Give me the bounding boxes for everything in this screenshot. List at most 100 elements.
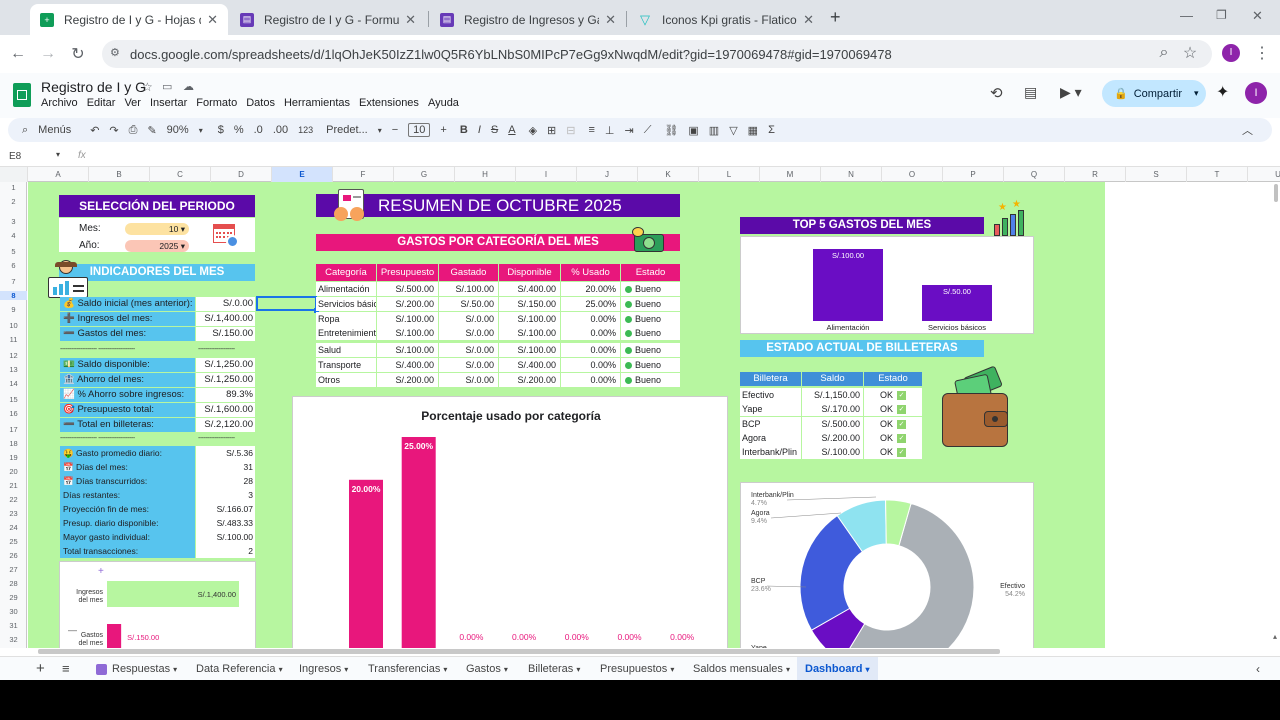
column-header-l[interactable]: L (699, 167, 760, 182)
text-color-icon[interactable]: A (508, 124, 515, 136)
column-header-b[interactable]: B (89, 167, 150, 182)
row-header-23[interactable]: 23 (0, 509, 27, 518)
browser-tab-forms-2[interactable]: ▤ Registro de Ingresos y Gastos ✕ (430, 4, 626, 35)
column-header-q[interactable]: Q (1004, 167, 1065, 182)
text-wrap-icon[interactable]: ⇥ (624, 124, 633, 137)
row-header-4[interactable]: 4 (0, 231, 27, 240)
search-menus-icon[interactable]: ⌕ (22, 124, 28, 137)
row-header-9[interactable]: 9 (0, 305, 27, 314)
menu-insertar[interactable]: Insertar (150, 97, 187, 109)
anio-dropdown[interactable]: 2025 ▾ (125, 240, 189, 252)
row-header-18[interactable]: 18 (0, 439, 27, 448)
functions-icon[interactable]: Σ (768, 124, 775, 136)
mes-dropdown[interactable]: 10 ▾ (125, 223, 189, 235)
new-tab-icon[interactable]: + (830, 7, 841, 28)
row-header-22[interactable]: 22 (0, 495, 27, 504)
column-header-o[interactable]: O (882, 167, 943, 182)
menu-datos[interactable]: Datos (246, 97, 275, 109)
italic-icon[interactable]: I (478, 124, 481, 136)
column-header-s[interactable]: S (1126, 167, 1187, 182)
vertical-scrollbar[interactable] (1274, 184, 1278, 202)
row-header-27[interactable]: 27 (0, 565, 27, 574)
menu-formato[interactable]: Formato (196, 97, 237, 109)
paint-format-icon[interactable]: ✎ (147, 124, 156, 137)
filter-icon[interactable]: ▽ (729, 124, 737, 137)
browser-tab-sheets[interactable]: + Registro de I y G - Hojas de cálc ✕ (30, 4, 228, 35)
row-header-13[interactable]: 13 (0, 365, 27, 374)
column-header-r[interactable]: R (1065, 167, 1126, 182)
sheet-tab-presupuestos[interactable]: Presupuestos ▾ (600, 657, 674, 681)
row-header-12[interactable]: 12 (0, 351, 27, 360)
pct-bar[interactable] (401, 437, 436, 648)
row-header-30[interactable]: 30 (0, 607, 27, 616)
row-header-21[interactable]: 21 (0, 481, 27, 490)
row-header-11[interactable]: 11 (0, 335, 27, 344)
bold-icon[interactable]: B (460, 124, 468, 136)
chevron-down-icon[interactable]: ▾ (1194, 88, 1199, 99)
close-window-icon[interactable]: ✕ (1252, 8, 1263, 24)
row-header-28[interactable]: 28 (0, 579, 27, 588)
row-header-31[interactable]: 31 (0, 621, 27, 630)
menu-editar[interactable]: Editar (87, 97, 116, 109)
column-header-j[interactable]: J (577, 167, 638, 182)
column-header-d[interactable]: D (211, 167, 272, 182)
insert-link-icon[interactable]: ⛓ (664, 124, 678, 137)
sheet-tab-dashboard[interactable]: Dashboard ▾ (797, 657, 878, 681)
fill-color-icon[interactable]: ◈ (529, 124, 537, 137)
row-header-8[interactable]: 8 (0, 291, 27, 300)
chevron-down-icon[interactable]: ▾ (56, 150, 60, 159)
meet-icon[interactable]: ▶ ▾ (1060, 84, 1082, 101)
row-header-26[interactable]: 26 (0, 551, 27, 560)
row-header-24[interactable]: 24 (0, 523, 27, 532)
minimize-icon[interactable]: — (1180, 8, 1193, 23)
number-format-button[interactable]: 123 (298, 125, 313, 135)
scroll-up-icon[interactable]: ▴ (1273, 632, 1277, 641)
filter-views-icon[interactable]: ▦ (748, 124, 758, 137)
top5-chart[interactable]: S/.100.00 Alimentación S/.50.00 Servicios b… (740, 236, 1034, 334)
site-info-icon[interactable]: ⚙ (110, 46, 120, 59)
sheet-tab-gastos[interactable]: Gastos ▾ (466, 657, 508, 681)
billeteras-donut-chart[interactable]: Interbank/Plin 4.7% Agora 9.4% BCP 23.6% Efect… (740, 482, 1034, 648)
row-header-7[interactable]: 7 (0, 277, 27, 286)
decrease-font-size-icon[interactable]: − (392, 124, 398, 136)
porcentaje-chart[interactable]: Porcentaje usado por categoría 20.00% 25.… (292, 396, 728, 648)
comments-icon[interactable]: ▤ (1024, 84, 1037, 101)
column-header-m[interactable]: M (760, 167, 821, 182)
borders-icon[interactable]: ⊞ (547, 124, 556, 137)
row-header-10[interactable]: 10 (0, 321, 27, 330)
row-header-29[interactable]: 29 (0, 593, 27, 602)
decrease-decimal-button[interactable]: .0 (254, 124, 263, 136)
column-header-p[interactable]: P (943, 167, 1004, 182)
increase-font-size-icon[interactable]: + (440, 124, 446, 136)
undo-icon[interactable]: ↶ (90, 124, 99, 137)
sheet-tab-ingresos[interactable]: Ingresos ▾ (299, 657, 348, 681)
column-header-e[interactable]: E (272, 167, 333, 182)
pct-bar[interactable] (349, 479, 383, 648)
row-header-17[interactable]: 17 (0, 425, 27, 434)
ig-bar[interactable] (107, 624, 122, 648)
close-tab-icon[interactable]: ✕ (605, 12, 616, 28)
vertical-align-icon[interactable]: ⊥ (605, 124, 615, 137)
row-header-19[interactable]: 19 (0, 453, 27, 462)
zoom-icon[interactable]: ⌕ (1152, 41, 1176, 65)
all-sheets-icon[interactable]: ≡ (62, 657, 70, 681)
close-tab-icon[interactable]: ✕ (405, 12, 416, 28)
browser-menu-icon[interactable]: ⋮ (1250, 41, 1274, 65)
horizontal-scrollbar[interactable] (38, 649, 1000, 654)
redo-icon[interactable]: ↷ (109, 124, 118, 137)
column-header-n[interactable]: N (821, 167, 882, 182)
insert-comment-icon[interactable]: ▣ (688, 124, 698, 137)
row-header-25[interactable]: 25 (0, 537, 27, 546)
column-header-k[interactable]: K (638, 167, 699, 182)
row-header-5[interactable]: 5 (0, 247, 27, 256)
bookmark-star-icon[interactable]: ☆ (1178, 41, 1202, 65)
row-header-14[interactable]: 14 (0, 379, 27, 388)
account-avatar[interactable]: I (1245, 82, 1267, 104)
menu-archivo[interactable]: Archivo (41, 97, 78, 109)
row-header-16[interactable]: 16 (0, 409, 27, 418)
browser-tab-forms[interactable]: ▤ Registro de I y G - Formularios ✕ (230, 4, 426, 35)
forward-icon[interactable]: → (36, 42, 60, 66)
column-header-a[interactable]: A (28, 167, 89, 182)
menu-ayuda[interactable]: Ayuda (428, 97, 459, 109)
share-button[interactable]: 🔒 Compartir ▾ (1102, 80, 1206, 107)
